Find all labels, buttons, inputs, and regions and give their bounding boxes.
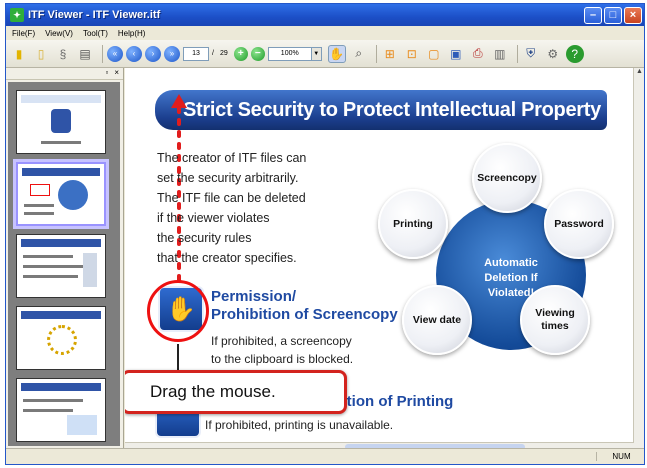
permission-body: If prohibited, a screencopy to the clipb… — [211, 334, 354, 366]
status-bar: NUM — [6, 448, 644, 464]
zoom-out-icon[interactable]: − — [250, 46, 265, 61]
printer-icon[interactable]: ⎙ — [469, 45, 487, 63]
toolbar-separator — [375, 44, 377, 63]
sidebar-restore-icon[interactable]: ▫ — [105, 68, 108, 79]
menu-view[interactable]: View(V) — [45, 29, 73, 38]
print-icon[interactable]: ▤ — [76, 45, 94, 63]
app-icon: ✦ — [10, 8, 24, 22]
highlight-circle — [147, 280, 209, 342]
bookmark-icon[interactable]: ▯ — [32, 45, 50, 63]
node-view-date: View date — [402, 285, 472, 355]
node-viewing-times: Viewing times — [520, 285, 590, 355]
intro-line: if the viewer violates — [157, 211, 270, 225]
slide-title-banner: Strict Security to Protect Intellectual … — [155, 90, 607, 130]
sidebar-header: ▫ × — [6, 68, 123, 80]
toolbar-separator — [102, 44, 103, 63]
permission-title: Permission/ Prohibition of Screencopy — [211, 288, 398, 323]
maximize-button[interactable]: □ — [604, 6, 622, 24]
hand-tool-icon[interactable]: ✋ — [327, 44, 346, 63]
help-icon[interactable]: ? — [565, 44, 584, 63]
open-folder-icon[interactable]: ▮ — [10, 45, 28, 63]
attach-icon[interactable]: § — [54, 45, 72, 63]
node-password: Password — [544, 189, 614, 259]
next-page-icon[interactable]: › — [145, 45, 161, 62]
callout-text: Drag the mouse. — [150, 382, 276, 401]
scroll-up-icon[interactable]: ▲ — [634, 68, 644, 79]
security-wheel-diagram: Automatic Deletion If Violated! Screenco… — [372, 143, 634, 395]
zoom-in-icon[interactable]: + — [233, 46, 248, 61]
single-page-icon[interactable]: ▢ — [425, 45, 443, 63]
vertical-scrollbar[interactable]: ▲ — [633, 68, 644, 450]
page-total: 29 — [219, 50, 228, 57]
window-title: ITF Viewer - ITF Viewer.itf — [28, 9, 161, 21]
drag-callout: Drag the mouse. — [125, 370, 347, 414]
first-page-icon[interactable]: « — [107, 45, 123, 62]
menu-file[interactable]: File(F) — [12, 29, 35, 38]
page-number-input[interactable]: 13 — [183, 46, 209, 61]
toolbar: ▮ ▯ § ▤ « ‹ › » 13 / 29 + − 100% ▼ ✋ ⌕ ⊞… — [6, 40, 644, 68]
magnifier-icon[interactable]: ⌕ — [350, 45, 368, 63]
fit-page-icon[interactable]: ⊡ — [403, 45, 421, 63]
intro-line: The creator of ITF files can — [157, 151, 307, 165]
thumbnail-page-selected[interactable] — [16, 162, 106, 226]
page-separator: / — [212, 50, 214, 57]
gear-icon[interactable]: ⚙ — [544, 45, 562, 63]
intro-line: the security rules — [157, 231, 252, 245]
num-lock-indicator: NUM — [596, 452, 644, 461]
menu-tool[interactable]: Tool(T) — [83, 29, 108, 38]
thumbnail-page[interactable] — [16, 378, 106, 442]
node-printing: Printing — [378, 189, 448, 259]
thumbnail-page[interactable] — [16, 234, 106, 298]
intro-text: The creator of ITF files can set the sec… — [157, 148, 357, 268]
document-view[interactable]: Strict Security to Protect Intellectual … — [125, 68, 634, 450]
shield-icon[interactable]: ⛨ — [522, 45, 540, 63]
toolbar-separator — [516, 44, 518, 63]
prev-page-icon[interactable]: ‹ — [126, 45, 142, 62]
node-screencopy: Screencopy — [472, 143, 542, 213]
thumbnail-page[interactable] — [16, 90, 106, 154]
menu-help[interactable]: Help(H) — [118, 29, 146, 38]
intro-line: set the security arbitrarily. — [157, 171, 299, 185]
thumbnail-list[interactable] — [8, 82, 120, 446]
grid-view-icon[interactable]: ⊞ — [381, 45, 399, 63]
printing-body: If prohibited, printing is unavailable. — [205, 418, 394, 432]
export-icon[interactable]: ▥ — [491, 45, 509, 63]
app-window: ✦ ITF Viewer - ITF Viewer.itf – □ × File… — [5, 3, 645, 465]
slide-title: Strict Security to Protect Intellectual … — [183, 98, 601, 121]
intro-line: The ITF file can be deleted — [157, 191, 306, 205]
zoom-input[interactable]: 100% — [267, 46, 312, 61]
last-page-icon[interactable]: » — [164, 45, 180, 62]
close-button[interactable]: × — [624, 6, 642, 24]
sidebar-close-icon[interactable]: × — [114, 68, 119, 79]
thumbnail-sidebar: ▫ × — [6, 68, 124, 450]
thumbnail-page[interactable] — [16, 306, 106, 370]
menu-bar: File(F) View(V) Tool(T) Help(H) — [6, 26, 644, 40]
screen-icon[interactable]: ▣ — [447, 45, 465, 63]
title-bar[interactable]: ✦ ITF Viewer - ITF Viewer.itf – □ × — [6, 4, 644, 26]
minimize-button[interactable]: – — [584, 6, 602, 24]
intro-line: that the creator specifies. — [157, 251, 297, 265]
zoom-dropdown-icon[interactable]: ▼ — [311, 46, 322, 61]
